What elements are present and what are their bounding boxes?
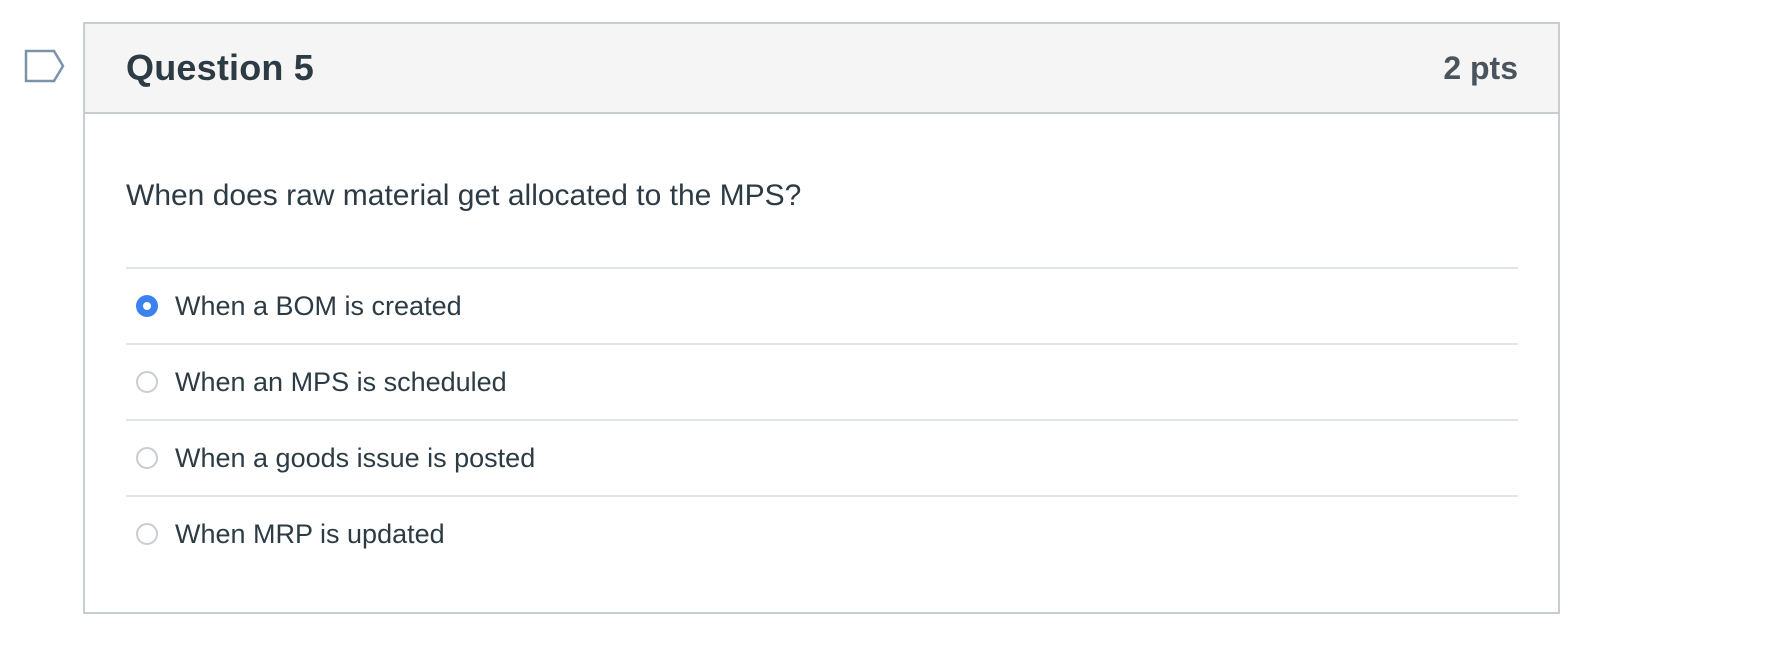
answer-list: When a BOM is created When an MPS is sch… [126,267,1518,571]
answer-label[interactable]: When a BOM is created [175,291,462,322]
answer-option-2[interactable]: When an MPS is scheduled [126,345,1518,421]
answer-label[interactable]: When an MPS is scheduled [175,367,507,398]
question-body: When does raw material get allocated to … [85,176,1558,571]
question-header: Question 5 2 pts [85,24,1558,114]
question-points: 2 pts [1443,49,1518,86]
radio-checked-icon[interactable] [136,295,158,317]
answer-label[interactable]: When a goods issue is posted [175,443,535,474]
answer-label[interactable]: When MRP is updated [175,519,445,550]
question-card: Question 5 2 pts When does raw material … [83,22,1560,614]
radio-unchecked-icon[interactable] [136,371,158,393]
answer-option-3[interactable]: When a goods issue is posted [126,421,1518,497]
answer-option-1[interactable]: When a BOM is created [126,269,1518,345]
question-title: Question 5 [126,47,315,88]
radio-unchecked-icon[interactable] [136,447,158,469]
question-text: When does raw material get allocated to … [126,179,802,212]
radio-unchecked-icon[interactable] [136,523,158,545]
answer-option-4[interactable]: When MRP is updated [126,497,1518,571]
flag-question-icon[interactable] [24,49,66,83]
